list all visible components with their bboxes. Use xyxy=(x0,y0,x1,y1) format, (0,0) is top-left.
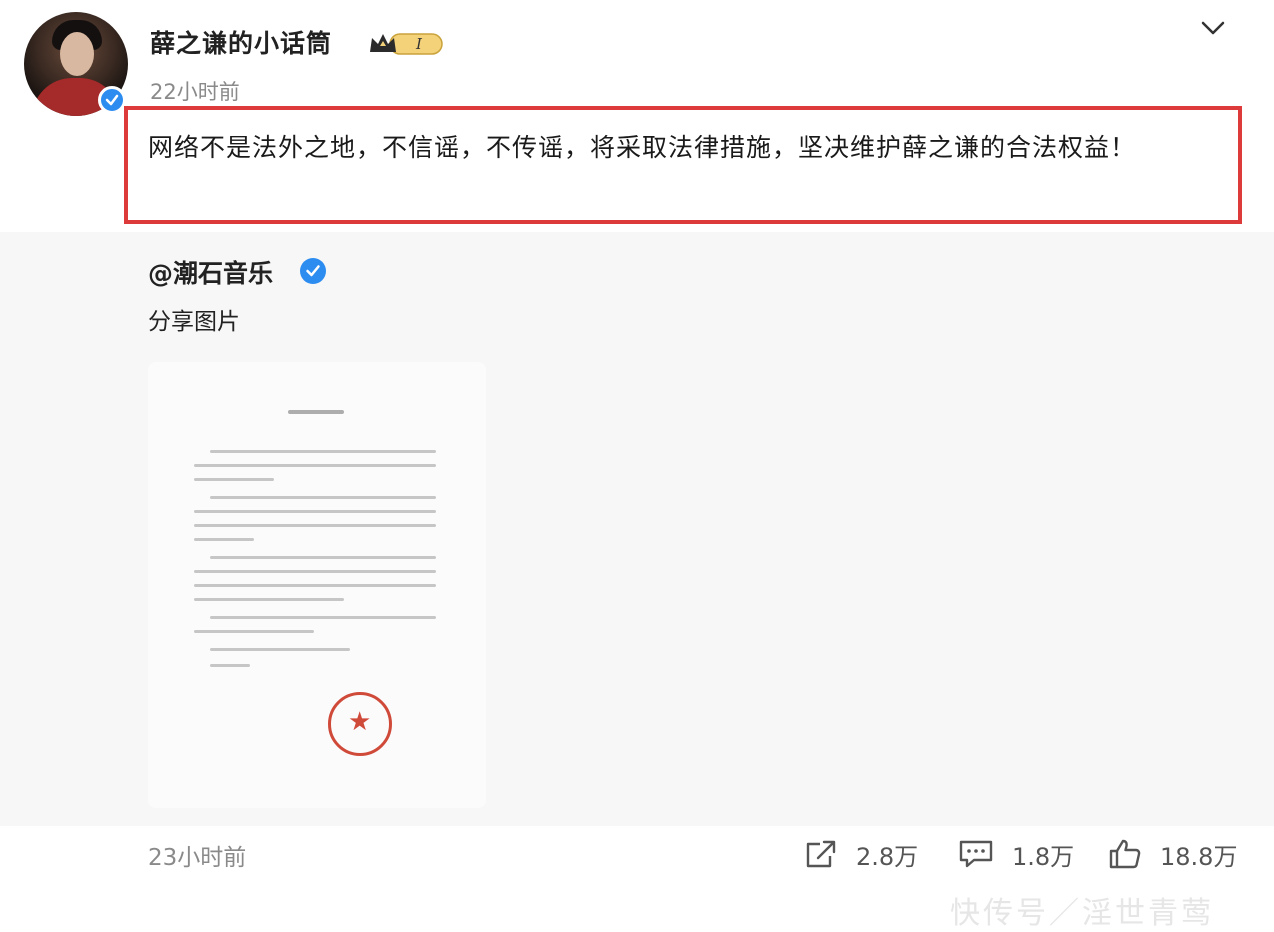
doc-text-line xyxy=(194,524,436,527)
doc-text-line xyxy=(194,570,436,573)
like-count: 18.8万 xyxy=(1160,842,1238,871)
verified-icon xyxy=(98,86,126,114)
doc-text-line xyxy=(210,664,250,667)
doc-text-line xyxy=(210,556,436,559)
post-text: 网络不是法外之地，不信谣，不传谣，将采取法律措施，坚决维护薛之谦的合法权益！ xyxy=(148,133,1137,162)
doc-text-line xyxy=(210,616,436,619)
share-button[interactable]: 2.8万 xyxy=(804,836,918,872)
vip-crown-icon[interactable]: I xyxy=(368,30,444,58)
doc-text-line xyxy=(194,630,314,633)
comment-count: 1.8万 xyxy=(1012,842,1075,871)
doc-text-line xyxy=(210,450,436,453)
share-count: 2.8万 xyxy=(856,842,919,871)
username[interactable]: 薛之谦的小话筒 xyxy=(150,24,332,60)
seal-stamp-icon: ★ xyxy=(328,692,392,756)
comment-icon xyxy=(959,840,993,868)
repost-timestamp: 23小时前 xyxy=(148,845,247,871)
doc-text-line xyxy=(194,598,344,601)
doc-text-line xyxy=(194,538,254,541)
share-icon xyxy=(806,840,836,868)
thumbs-up-icon xyxy=(1109,839,1141,869)
repost-text: 分享图片 xyxy=(148,309,240,335)
doc-text-line xyxy=(194,478,274,481)
post-timestamp: 22小时前 xyxy=(150,80,240,104)
doc-text-line xyxy=(194,584,436,587)
comment-button[interactable]: 1.8万 xyxy=(958,836,1074,872)
avatar-face xyxy=(60,32,94,76)
repost-username[interactable]: @潮石音乐 xyxy=(148,254,273,290)
doc-text-line xyxy=(194,510,436,513)
watermark: 快传号／淫世青莺 xyxy=(950,896,1214,931)
doc-text-line xyxy=(210,496,436,499)
vip-level-text: I xyxy=(415,35,423,53)
verified-icon xyxy=(300,258,326,284)
shared-document-image[interactable]: ★ xyxy=(148,362,486,808)
doc-title-line xyxy=(288,410,344,414)
chevron-down-icon[interactable] xyxy=(1198,16,1228,40)
doc-text-line xyxy=(194,464,436,467)
like-button[interactable]: 18.8万 xyxy=(1108,836,1237,872)
doc-text-line xyxy=(210,648,350,651)
